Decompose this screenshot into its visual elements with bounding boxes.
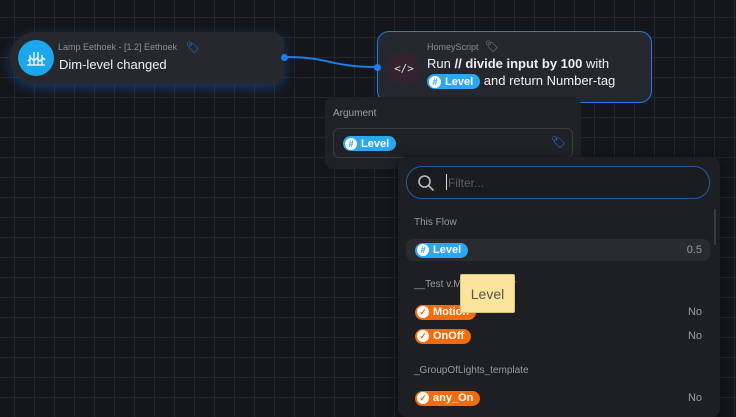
argument-label: Argument (333, 108, 377, 119)
trigger-device: Lamp Eethoek - [1.2] Eethoek (58, 42, 178, 52)
tag-item-any-on[interactable]: ✓ any_On No (406, 387, 710, 409)
hash-icon: # (417, 244, 429, 256)
trigger-title: Dim-level changed (59, 57, 167, 72)
run-label: Run (427, 56, 451, 71)
tag-item-motion[interactable]: ✓ Motion No (406, 301, 710, 323)
tag-label: Level (433, 244, 462, 256)
text-cursor (446, 174, 447, 190)
tooltip: Level (460, 274, 515, 313)
tag-label: Level (361, 137, 390, 150)
search-icon (418, 175, 435, 192)
tag-icon: 🏷 (186, 42, 200, 54)
tag-label: OnOff (433, 330, 465, 342)
action-card[interactable]: </> HomeyScript 🏷 Run // divide input by… (374, 31, 652, 103)
tag-icon: 🏷 (485, 41, 499, 53)
hash-icon: # (345, 137, 357, 150)
tag-item-level[interactable]: # Level 0.5 (406, 239, 710, 261)
check-icon: ✓ (417, 306, 429, 318)
tag-value: No (687, 330, 702, 342)
scrollbar[interactable] (714, 209, 716, 245)
tag-dropdown: Filter... This Flow #Level 0.5 __Test v.… (398, 157, 720, 417)
tag-picker-icon[interactable]: 🏷 (551, 135, 566, 149)
suffix-label: and return Number-tag (483, 73, 616, 88)
script-name: // divide input by 100 (454, 56, 583, 71)
tag-value: No (687, 306, 702, 318)
filter-placeholder: Filter... (448, 176, 485, 190)
tag-item-onoff[interactable]: ✓ OnOff No (406, 325, 710, 347)
output-port[interactable] (281, 54, 288, 61)
check-icon: ✓ (417, 392, 429, 404)
input-port[interactable] (374, 64, 381, 71)
tag-value: 0.5 (686, 244, 702, 256)
trigger-card[interactable]: Lamp Eethoek - [1.2] Eethoek 🏷 Dim-level… (10, 32, 288, 84)
argument-field[interactable]: # Level 🏷 (333, 128, 573, 158)
tag-label: Level (445, 75, 474, 88)
filter-input[interactable]: Filter... (406, 166, 710, 199)
code-icon: </> (388, 52, 420, 84)
lamp-icon (18, 40, 54, 76)
tag-label: any_On (433, 392, 474, 404)
check-icon: ✓ (417, 330, 429, 342)
hash-icon: # (429, 75, 441, 88)
tag-value: No (687, 392, 702, 404)
section-title: _GroupOfLights_template (414, 365, 529, 376)
level-tag-pill[interactable]: # Level (427, 74, 481, 90)
section-title: This Flow (414, 217, 457, 228)
with-label: with (585, 56, 610, 71)
level-tag-pill[interactable]: # Level (343, 136, 397, 151)
action-app: HomeyScript (427, 42, 479, 52)
